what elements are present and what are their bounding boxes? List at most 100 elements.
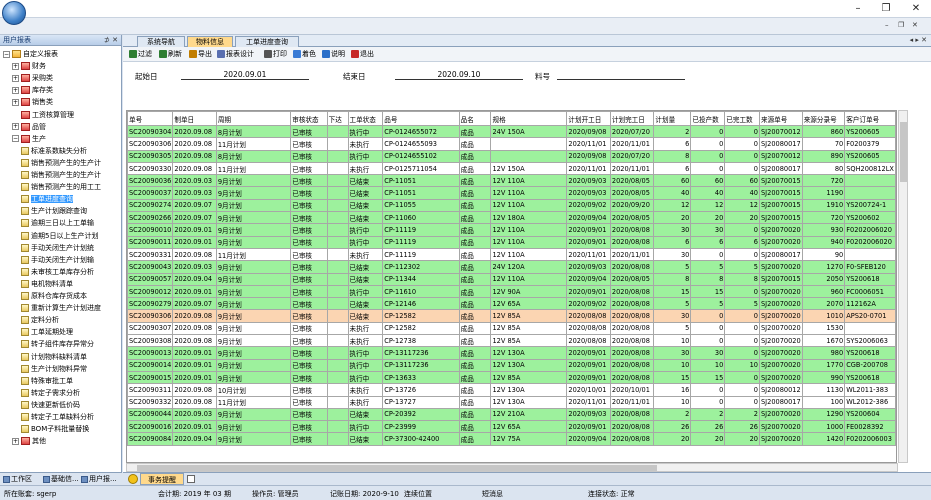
column-header[interactable]: 客户订单号 bbox=[844, 111, 896, 126]
vertical-scroll-thumb[interactable] bbox=[900, 122, 907, 182]
table-row[interactable]: SC20090044 2020.09.03 9月计划 已审核 已结束 CP-20392 成品… bbox=[127, 407, 896, 422]
column-header[interactable]: 计划量 bbox=[653, 111, 692, 126]
column-header[interactable]: 周期 bbox=[215, 111, 292, 126]
tree-node[interactable]: 电机物料清单 bbox=[21, 279, 73, 290]
tree-expander-icon[interactable]: + bbox=[12, 86, 19, 94]
table-row[interactable]: SC20090037 2020.09.03 9月计划 已审核 已结束 CP-11051 成品… bbox=[127, 186, 896, 200]
reminder-tab[interactable]: 事务提醒 bbox=[140, 473, 184, 485]
column-header[interactable]: 审核状态 bbox=[290, 111, 328, 126]
tree-node[interactable]: 标准系数缺失分析 bbox=[21, 146, 87, 157]
tree-node[interactable]: 转定子工单缺料分析 bbox=[21, 412, 94, 423]
column-header[interactable]: 制单日 bbox=[172, 111, 217, 126]
tree-node[interactable]: − 生产 bbox=[12, 134, 46, 145]
panel-pin-close-icon[interactable]: ⊅ ✕ bbox=[104, 35, 118, 46]
left-panel-tab[interactable]: 基础信... bbox=[42, 474, 79, 485]
column-header[interactable]: 品名 bbox=[458, 111, 492, 126]
tree-node[interactable]: 定料分析 bbox=[21, 315, 59, 326]
tree-node[interactable]: + 其他 bbox=[12, 436, 46, 447]
mdi-close-icon[interactable]: ✕ bbox=[912, 21, 918, 29]
column-header[interactable]: 来源分录号 bbox=[801, 111, 846, 126]
tree-node[interactable]: 转子组件库存异常分 bbox=[21, 339, 94, 350]
tree-node[interactable]: 工单延期处理 bbox=[21, 327, 73, 338]
tree-node[interactable]: 特殊审批工单 bbox=[21, 376, 73, 387]
tree-node[interactable]: 逾期5日以上生产计划 bbox=[21, 231, 98, 242]
tree-node[interactable]: 手动关闭生产计划统 bbox=[21, 243, 94, 254]
table-row[interactable]: SC20090332 2020.09.08 11月计划 已审核 未执行 CP-13727 成… bbox=[127, 395, 896, 409]
document-tab[interactable]: 物料信息 bbox=[187, 36, 233, 47]
table-row[interactable]: SC20090274 2020.09.07 9月计划 已审核 已结束 CP-11055 成品… bbox=[127, 198, 896, 213]
table-row[interactable]: SC20090266 2020.09.07 9月计划 已审核 已结束 CP-11060 成品… bbox=[127, 211, 896, 225]
tree-node[interactable]: 快速更新低价码 bbox=[21, 400, 80, 411]
column-header[interactable]: 计划开工日 bbox=[566, 111, 611, 126]
table-row[interactable]: SC20090330 2020.09.08 11月计划 已审核 未执行 CP-012571… bbox=[127, 161, 896, 176]
end-date-field[interactable]: 2020.09.10 bbox=[395, 70, 523, 80]
start-date-field[interactable]: 2020.09.01 bbox=[181, 70, 309, 80]
tree-node[interactable]: 销售预测产生的用工工 bbox=[21, 182, 101, 193]
toolbar-color-button[interactable]: 着色 bbox=[293, 49, 316, 60]
tree-node[interactable]: 重新计算生产计划进度 bbox=[21, 303, 101, 314]
column-header[interactable]: 下达 bbox=[326, 111, 349, 126]
tree-node[interactable]: − 自定义报表 bbox=[3, 49, 58, 60]
table-row[interactable]: SC20090279 2020.09.07 9月计划 已审核 已结束 CP-12146 成品… bbox=[127, 297, 896, 311]
vertical-scrollbar[interactable] bbox=[898, 110, 908, 463]
toolbar-refresh-button[interactable]: 刷新 bbox=[159, 49, 182, 60]
minimize-button[interactable]: – bbox=[848, 2, 868, 16]
toolbar-filter-button[interactable]: 过滤 bbox=[129, 49, 152, 60]
tree-node[interactable]: 销售预测产生的生产计 bbox=[21, 170, 101, 181]
tree-expander-icon[interactable]: + bbox=[12, 437, 19, 445]
table-row[interactable]: SC20090014 2020.09.01 9月计划 已审核 执行中 CP-1311723… bbox=[127, 358, 896, 372]
tree-expander-icon[interactable]: − bbox=[12, 135, 19, 143]
horizontal-scrollbar[interactable] bbox=[126, 463, 898, 472]
tree-node[interactable]: 原料仓库存货成本 bbox=[21, 291, 87, 302]
toolbar-design-button[interactable]: 报表设计 bbox=[217, 49, 254, 60]
toolbar-info-button[interactable]: 说明 bbox=[322, 49, 345, 60]
table-row[interactable]: SC20090311 2020.09.08 10月计划 已审核 未执行 CP-13726 成… bbox=[127, 383, 896, 397]
table-row[interactable]: SC20090012 2020.09.01 9月计划 已审核 执行中 CP-11610 成品… bbox=[127, 284, 896, 299]
column-header[interactable]: 规格 bbox=[490, 111, 568, 126]
tree-node[interactable]: + 采购类 bbox=[12, 73, 53, 84]
document-tab[interactable]: 系统导航 bbox=[137, 36, 185, 47]
tree-node[interactable]: + 销售类 bbox=[12, 97, 53, 108]
status-messages[interactable]: 短消息 bbox=[482, 489, 503, 499]
tree-expander-icon[interactable]: − bbox=[3, 50, 10, 58]
table-row[interactable]: SC20090013 2020.09.01 9月计划 已审核 执行中 CP-1311723… bbox=[127, 346, 896, 360]
tree-node[interactable]: 计划物料缺料清单 bbox=[21, 352, 87, 363]
tree-node[interactable]: + 财务 bbox=[12, 61, 46, 72]
table-row[interactable]: SC20090015 2020.09.01 9月计划 已审核 执行中 CP-13633 成品… bbox=[127, 370, 896, 385]
column-header[interactable]: 工单状态 bbox=[347, 111, 384, 126]
table-row[interactable]: SC20090043 2020.09.03 9月计划 已审核 已结束 CP-112302 成… bbox=[127, 260, 896, 274]
document-tab[interactable]: 工单进度查询 bbox=[235, 36, 299, 47]
left-panel-tab[interactable]: 用户报... bbox=[80, 474, 117, 485]
toolbar-exit-button[interactable]: 退出 bbox=[351, 49, 374, 60]
column-header[interactable]: 计划完工日 bbox=[609, 111, 655, 126]
tree-node[interactable]: 销售预测产生的生产计 bbox=[21, 158, 101, 169]
horizontal-scroll-thumb[interactable] bbox=[137, 465, 657, 471]
table-row[interactable]: SC20090010 2020.09.01 9月计划 已审核 执行中 CP-11119 成品… bbox=[127, 223, 896, 237]
tree-node[interactable]: + 库存类 bbox=[12, 85, 53, 96]
restore-button[interactable]: ❐ bbox=[876, 2, 896, 16]
toolbar-export-button[interactable]: 导出 bbox=[189, 49, 212, 60]
table-row[interactable]: SC20090084 2020.09.04 9月计划 已审核 已结束 CP-37300-4… bbox=[127, 432, 896, 446]
table-row[interactable]: SC20090057 2020.09.04 9月计划 已审核 已结束 CP-11344 成品… bbox=[127, 272, 896, 286]
table-row[interactable]: SC20090306 2020.09.08 11月计划 已审核 未执行 CP-012465… bbox=[127, 137, 896, 151]
tree-expander-icon[interactable]: + bbox=[12, 62, 19, 70]
tree-node[interactable]: + 品管 bbox=[12, 122, 46, 133]
table-row[interactable]: SC20090304 2020.09.08 8月计划 已审核 执行中 CP-0124655… bbox=[127, 124, 896, 139]
tree-node[interactable]: 工单进度查询 bbox=[21, 194, 73, 205]
tree-expander-icon[interactable]: + bbox=[12, 123, 19, 131]
table-row[interactable]: SC20090331 2020.09.08 11月计划 已审核 未执行 CP-11119 成… bbox=[127, 247, 896, 262]
column-header[interactable]: 已完工数 bbox=[724, 111, 760, 126]
mdi-restore-icon[interactable]: ❐ bbox=[898, 21, 904, 29]
table-row[interactable]: SC20090307 2020.09.08 9月计划 已审核 未执行 CP-12582 成品… bbox=[127, 321, 896, 336]
mdi-minimize-icon[interactable]: – bbox=[885, 21, 889, 29]
column-header[interactable]: 品号 bbox=[382, 111, 460, 126]
tree-node[interactable]: 未审核工单库存分析 bbox=[21, 267, 94, 278]
table-row[interactable]: SC20090305 2020.09.08 8月计划 已审核 执行中 CP-0124655… bbox=[127, 149, 896, 163]
tree-node[interactable]: 工资核算管理 bbox=[12, 110, 74, 121]
table-row[interactable]: SC20090308 2020.09.08 9月计划 已审核 未执行 CP-12738 成品… bbox=[127, 334, 896, 348]
tree-node[interactable]: 生产计划跟踪查询 bbox=[21, 206, 87, 217]
tree-node[interactable]: 逾期三日以上工单输 bbox=[21, 218, 94, 229]
tree-node[interactable]: BOM子料批量替换 bbox=[21, 424, 89, 435]
left-panel-tab[interactable]: 工作区 bbox=[2, 474, 32, 485]
tree-node[interactable]: 生产计划物料异常 bbox=[21, 364, 87, 375]
